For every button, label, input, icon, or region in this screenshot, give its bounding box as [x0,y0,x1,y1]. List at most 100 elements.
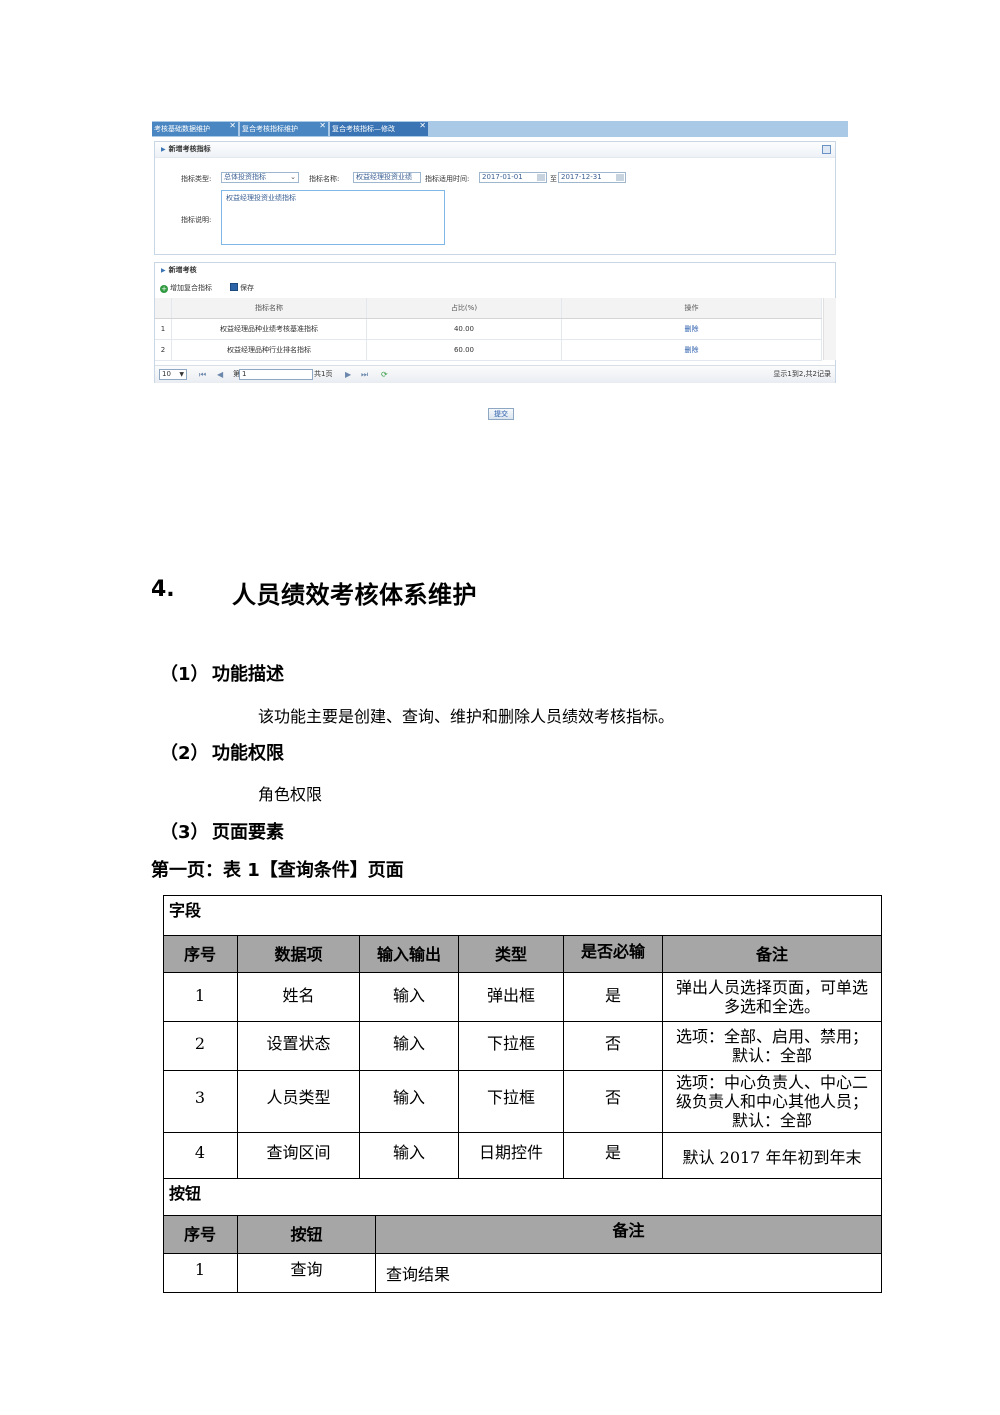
cell-required: 是 [604,985,621,1005]
delete-link[interactable]: 删除 [562,340,822,360]
header-remark: 备注 [755,944,788,964]
calendar-icon[interactable] [537,174,545,181]
cell-type: 下拉框 [486,1088,535,1107]
last-page-icon[interactable]: ⏭ [361,366,368,383]
subsection-heading: （1） 功能描述 [160,660,284,686]
cell-index: 1 [194,985,206,1005]
cell-data-item: 人员类型 [266,1088,331,1107]
cell-remark: 弹出人员选择页面，可单选多选和全选。 [675,978,868,1016]
cell-button: 查询 [290,1259,323,1279]
fields-section-label: 字段 [169,900,202,920]
close-icon[interactable]: ✕ [419,119,426,133]
grid-toolbar: + 增加复合指标 保存 [155,279,835,297]
panel-new-assessment: ▶ 新增考核 + 增加复合指标 保存 指标名称 占比(%) 操作 1 权益经理品种业… [154,262,836,383]
page-number-value: 1 [242,370,247,378]
grid-header-action[interactable]: 操作 [562,298,822,318]
calendar-icon[interactable] [616,174,624,181]
cell-index: 4 [194,1142,206,1162]
grid-scrollbar[interactable] [823,298,836,360]
cell-remark: 选项：全部、启用、禁用；默认：全部 [675,1027,868,1065]
grid-header-ratio[interactable]: 占比(%) [367,298,562,318]
end-date-input[interactable]: 2017-12-31 [558,172,626,183]
tab-composite-indicator-edit[interactable]: 复合考核指标—修改 ✕ [330,119,428,136]
subsection-title: 页面要素 [212,822,284,843]
tab-label: 考核基础数据维护 [154,125,210,133]
grid-pager: 10 ▼ ⏮ ◀ 第 1 共1页 ▶ ⏭ ⟳ 显示1到2,共2记录 [155,365,835,383]
row-ratio: 60.00 [367,340,562,360]
tab-label: 复合考核指标维护 [242,125,298,133]
header-remark: 备注 [612,1220,645,1240]
name-input[interactable]: 权益经理投资业绩 [353,172,421,183]
cell-index: 2 [194,1033,206,1053]
panel-title: 新增考核指标 [168,145,211,153]
cell-type: 下拉框 [486,1033,535,1053]
header-button: 按钮 [290,1225,323,1244]
panel-new-indicator: ▶ 新增考核指标 指标类型: 总体投资指标 ⌄ 指标名称: 权益经理投资业绩 指标… [154,141,836,255]
prev-page-icon[interactable]: ◀ [217,366,223,383]
panel-header: ▶ 新增考核 [155,263,835,278]
table-row[interactable]: 2 权益经理品种行业排名指标 60.00 删除 [155,340,822,361]
header-io: 输入输出 [376,944,441,964]
buttons-section-label: 按钮 [169,1183,202,1203]
panel-title: 新增考核 [168,266,197,274]
collapse-icon[interactable] [822,145,831,154]
chevron-down-icon: ⌄ [290,173,296,181]
next-page-icon[interactable]: ▶ [345,366,351,383]
tab-composite-indicator[interactable]: 复合考核指标维护 ✕ [240,119,328,136]
subsection-heading: （2） 功能权限 [160,739,284,765]
desc-label: 指标说明: [181,216,212,224]
table-row[interactable]: 1 权益经理品种业绩考核基准指标 40.00 删除 [155,319,822,340]
page-size-select[interactable]: 10 ▼ [159,369,187,380]
grid-header-name[interactable]: 指标名称 [172,298,367,318]
header-type: 类型 [494,944,527,964]
subsection-number: （2） [160,743,209,764]
header-index: 序号 [183,944,216,964]
tab-label: 复合考核指标—修改 [332,125,395,133]
start-date-value: 2017-01-01 [482,173,523,181]
save-button[interactable]: 保存 [230,279,254,297]
section-number: 4. [151,577,175,602]
start-date-input[interactable]: 2017-01-01 [479,172,547,183]
table-caption: 第一页：表 1【查询条件】页面 [151,860,404,881]
page-number-input[interactable]: 1 [239,369,313,380]
add-composite-button[interactable]: + 增加复合指标 [160,279,212,297]
cell-required: 否 [604,1088,621,1107]
close-icon[interactable]: ✕ [229,119,236,133]
desc-value: 权益经理投资业绩指标 [226,194,296,202]
first-page-icon[interactable]: ⏮ [199,366,206,383]
cell-remark: 默认 2017 年年初到年末 [682,1147,862,1167]
close-icon[interactable]: ✕ [319,119,326,133]
cell-data-item: 姓名 [282,985,315,1005]
refresh-icon[interactable]: ⟳ [381,366,388,383]
pager-summary: 显示1到2,共2记录 [773,370,831,378]
end-date-value: 2017-12-31 [561,173,602,181]
period-label: 指标适用时间: [425,175,470,183]
plus-icon: + [160,285,168,293]
grid-header-index [155,298,172,318]
cell-io: 输入 [392,985,425,1005]
save-icon [230,283,238,291]
cell-remark: 查询结果 [386,1265,451,1284]
name-input-value: 权益经理投资业绩 [356,173,412,181]
delete-link[interactable]: 删除 [562,319,822,339]
subsection-title: 功能描述 [212,664,284,685]
header-index: 序号 [183,1225,216,1244]
type-label: 指标类型: [181,175,212,183]
cell-index: 1 [194,1259,206,1279]
table-line [163,1292,882,1293]
subsection-title: 功能权限 [212,743,284,764]
row-ratio: 40.00 [367,319,562,339]
row-index: 2 [155,340,172,360]
type-select[interactable]: 总体投资指标 ⌄ [221,172,299,183]
row-index: 1 [155,319,172,339]
header-data-item: 数据项 [274,944,323,964]
desc-textarea[interactable]: 权益经理投资业绩指标 [221,190,445,245]
to-label: 至 [550,175,557,183]
tab-bar: 考核基础数据维护 ✕ 复合考核指标维护 ✕ 复合考核指标—修改 ✕ [152,121,848,137]
submit-button[interactable]: 提交 [488,408,514,420]
header-required: 是否必输 [580,941,645,961]
tab-basic-data[interactable]: 考核基础数据维护 ✕ [152,119,238,136]
cell-type: 日期控件 [478,1142,543,1162]
cell-required: 否 [604,1033,621,1053]
page-size-value: 10 [162,370,171,378]
